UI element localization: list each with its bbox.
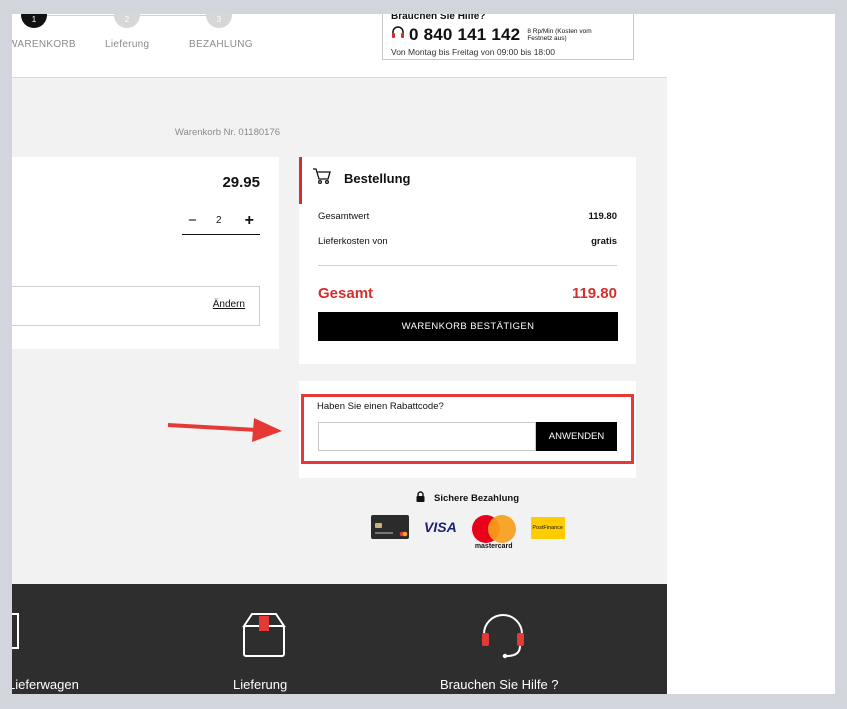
order-summary-card: Bestellung Gesamtwert 119.80 Lieferkoste… [299,157,636,364]
help-box: Brauchen Sie Hilfe? 0 840 141 142 8 Rp/M… [382,14,634,60]
step-label-bezahlung: BEZAHLUNG [189,39,253,50]
footer: Lieferwagen Lieferung Brauchen Sie Hilfe… [12,584,667,694]
order-row-value: 119.80 [588,211,617,222]
order-divider [318,265,617,266]
step-3-circle[interactable]: 3 [206,14,232,28]
help-phone-number[interactable]: 0 840 141 142 [409,25,520,45]
footer-item-lieferung[interactable]: Lieferung [233,677,287,692]
support-headset-icon [479,612,527,665]
help-title: Brauchen Sie Hilfe? [391,14,486,22]
order-row-label: Gesamtwert [318,211,370,222]
total-label: Gesamt [318,285,374,302]
order-row-gesamtwert: Gesamtwert 119.80 [318,211,617,222]
checkout-header: 1 2 3 WARENKORB Lieferung BEZAHLUNG Brau… [12,14,667,78]
truck-icon [12,612,22,665]
help-phone-cost: 8 Rp/Min (Kosten vom Festnetz aus) [527,28,592,42]
cart-main: Warenkorb Nr. 01180176 29.95 − 2 + Änder… [12,78,667,584]
headset-icon [391,25,405,45]
cart-icon [312,167,332,190]
cart-number: Warenkorb Nr. 01180176 [174,127,280,138]
mastercard-logo: mastercard [467,514,521,550]
footer-item-lieferwagen[interactable]: Lieferwagen [12,677,79,692]
quantity-value: 2 [216,215,222,226]
footer-item-hilfe[interactable]: Brauchen Sie Hilfe ? [440,677,559,692]
change-link[interactable]: Ändern [213,299,245,310]
mastercard-icon [471,515,516,543]
secure-payment-label: Sichere Bezahlung [434,492,519,504]
mastercard-label: mastercard [474,543,513,550]
credit-card-icon [370,514,410,545]
total-value: 119.80 [571,285,617,302]
secure-payment: Sichere Bezahlung [299,491,636,505]
product-price: 29.95 [222,174,260,191]
coupon-question: Haben Sie einen Rabattcode? [317,401,444,412]
apply-coupon-button[interactable]: ANWENDEN [536,422,617,451]
quantity-stepper: − 2 + [182,212,260,235]
confirm-cart-button[interactable]: WARENKORB BESTÄTIGEN [318,312,618,341]
order-total: Gesamt 119.80 [318,285,617,302]
delivery-address-box: Ändern [12,286,260,326]
lock-icon [416,491,425,505]
coupon-card: Haben Sie einen Rabattcode? ANWENDEN [299,381,636,478]
step-label-warenkorb: WARENKORB [12,39,76,50]
annotation-arrow-icon [167,418,282,442]
order-title: Bestellung [344,171,411,186]
step-label-lieferung: Lieferung [105,39,150,50]
order-row-lieferkosten: Lieferkosten von gratis [318,236,617,247]
postfinance-logo: PostFinance [530,517,565,539]
product-card: 29.95 − 2 + Ändern [12,157,279,349]
quantity-increase-button[interactable]: + [245,212,254,230]
step-1-circle[interactable]: 1 [21,14,47,28]
step-2-circle[interactable]: 2 [114,14,140,28]
order-row-label: Lieferkosten von [318,236,388,247]
checkout-page: 1 2 3 WARENKORB Lieferung BEZAHLUNG Brau… [12,14,667,694]
package-icon [240,612,288,665]
quantity-decrease-button[interactable]: − [188,212,197,230]
order-header: Bestellung [312,167,410,190]
help-phone-row: 0 840 141 142 8 Rp/Min (Kosten vom Festn… [391,25,597,45]
coupon-code-input[interactable] [318,422,536,451]
order-accent-bar [299,157,302,204]
browser-viewport: 1 2 3 WARENKORB Lieferung BEZAHLUNG Brau… [12,14,835,694]
visa-logo: VISA [424,519,457,535]
help-hours: Von Montag bis Freitag von 09:00 bis 18:… [391,47,555,57]
order-row-value: gratis [591,236,617,247]
payment-methods: VISA mastercard PostFinance [370,514,565,550]
